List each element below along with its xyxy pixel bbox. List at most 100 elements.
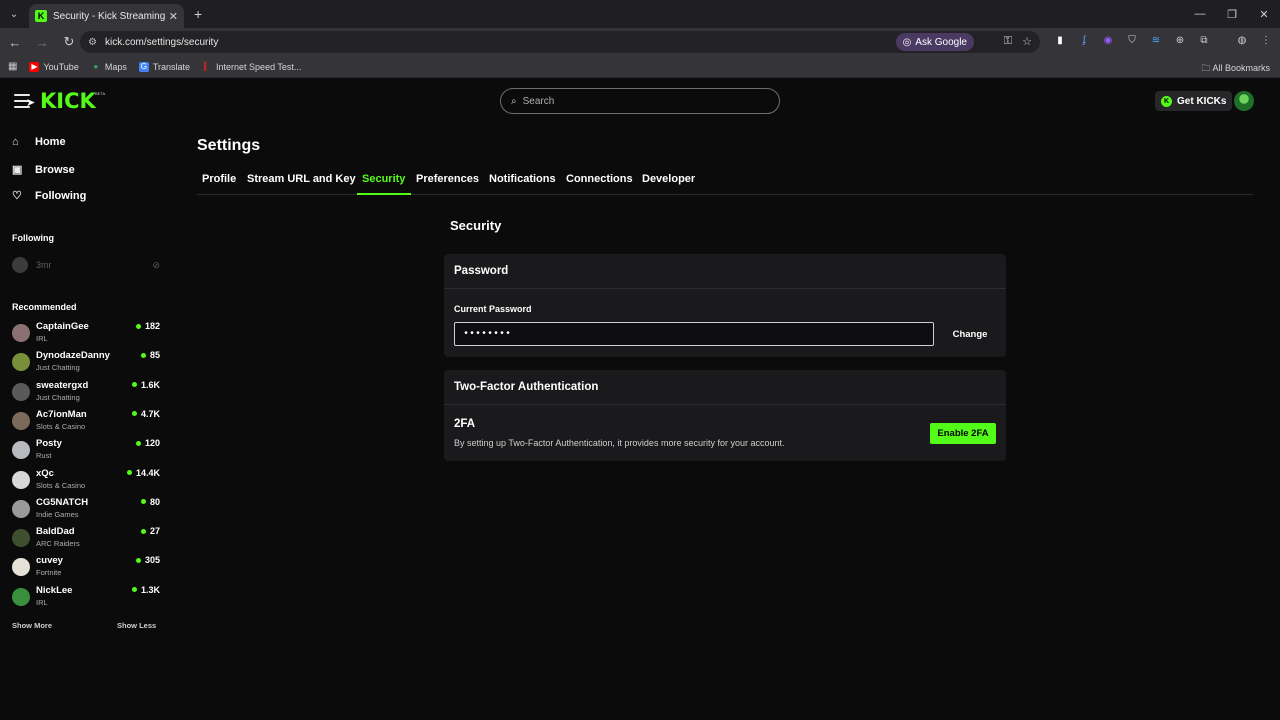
site-info-icon[interactable]: ⚙ [88,37,97,48]
two-factor-card: Two-Factor Authentication 2FA By setting… [444,370,1006,461]
channel-category: Slots & Casino [36,480,86,490]
bookmark-maps[interactable]: ● Maps [91,61,127,72]
viewer-count-value: 4.7K [140,408,160,419]
extension-wave-icon[interactable]: ≋ [1148,32,1164,48]
tab-search-icon[interactable]: ⌄ [4,4,24,24]
page-title: Settings [197,137,261,154]
recommended-channel-item[interactable]: NickLee IRL 1.3K [12,585,160,611]
back-icon[interactable]: ← [3,30,27,54]
maximize-icon[interactable]: ❐ [1216,0,1248,28]
tab-preferences[interactable]: Preferences [416,173,479,185]
new-tab-icon[interactable]: + [194,6,202,22]
recommended-channel-item[interactable]: CaptainGee IRL 182 [12,321,160,347]
viewer-count-value: 14.4K [135,467,160,478]
channel-avatar [12,441,30,460]
recommended-channel-item[interactable]: Posty Rust 120 [12,438,160,464]
bookmark-star-icon[interactable]: ☆ [1022,35,1032,48]
password-card: Password Current Password Change [444,254,1006,357]
channel-category: IRL [36,597,48,607]
tab-security[interactable]: Security [362,173,405,185]
window-close-icon[interactable]: ✕ [1248,0,1280,28]
enable-2fa-button[interactable]: Enable 2FA [930,423,996,444]
channel-name: Posty [36,438,62,450]
viewer-count: 1.3K [131,585,160,595]
recommended-channel-item[interactable]: Ac7ionMan Slots & Casino 4.7K [12,409,160,435]
tab-developer[interactable]: Developer [642,173,695,185]
heart-icon: ♡ [12,190,22,202]
ask-google-button[interactable]: ◎ Ask Google [895,33,974,51]
get-kicks-button[interactable]: K Get KICKs [1155,91,1233,111]
translate-icon: G [138,61,149,72]
channel-name: 3mr [36,260,52,270]
extension-f-icon[interactable]: ʄ [1076,32,1092,48]
sidebar-item-following[interactable]: ♡ Following [12,189,86,203]
live-dot-icon [140,499,146,505]
viewer-count-value: 120 [144,438,160,449]
current-password-label: Current Password [454,304,532,314]
extension-shield-icon[interactable]: ⛉ [1124,32,1140,48]
live-dot-icon [135,440,141,446]
viewer-count-value: 305 [144,555,160,566]
extension-plus-icon[interactable]: ⊕ [1172,32,1188,48]
recommended-channel-item[interactable]: sweatergxd Just Chatting 1.6K [12,380,160,406]
recommended-channel-item[interactable]: cuvey Fortnite 305 [12,555,160,581]
browse-icon: ▣ [12,164,23,176]
browser-menu-icon[interactable]: ⋮ [1258,32,1274,48]
address-bar[interactable]: ⚙ kick.com/settings/security ◎ Ask Googl… [80,31,1040,53]
tab-close-icon[interactable]: ✕ [169,10,178,23]
viewer-count-value: 182 [144,321,160,331]
ask-google-label: Ask Google [915,36,967,48]
bookmark-translate[interactable]: G Translate [138,61,191,72]
extensions-puzzle-icon[interactable]: ⧉ [1196,32,1212,48]
channel-category: Fortnite [36,568,62,578]
sidebar-item-browse[interactable]: ▣ Browse [12,163,75,177]
change-password-button[interactable]: Change [944,326,996,342]
apps-grid-icon[interactable]: ▦ [8,61,17,72]
bookmark-speedtest[interactable]: ▍ Internet Speed Test... [202,62,301,72]
extension-purple-icon[interactable]: ◉ [1100,32,1116,48]
channel-avatar [12,324,30,342]
bookmark-label: Maps [104,61,127,72]
tab-profile[interactable]: Profile [202,173,236,185]
sidebar-item-home[interactable]: ⌂ Home [12,136,66,148]
live-dot-icon [131,382,137,388]
show-less-button[interactable]: Show Less [117,621,156,630]
channel-category: IRL [36,334,48,343]
password-key-icon[interactable]: ⚿ [1004,35,1012,48]
following-channel-item[interactable]: 3mr ⊘ [12,257,160,273]
tab-notifications[interactable]: Notifications [489,173,556,185]
extension-docs-icon[interactable]: ▮ [1052,32,1068,48]
two-factor-description: By setting up Two-Factor Authentication,… [454,438,785,448]
user-avatar[interactable] [1234,91,1254,111]
bookmark-label: YouTube [43,61,79,72]
kick-logo[interactable]: KICK [40,89,96,113]
browser-tab-active[interactable]: K Security - Kick Streaming ✕ [29,4,184,28]
extensions-area: ▮ ʄ ◉ ⛉ ≋ ⊕ ⧉ ◍ ⋮ [1052,32,1274,48]
channel-name: sweatergxd [36,379,89,391]
tab-stream-url-and-key[interactable]: Stream URL and Key [247,173,356,185]
all-bookmarks[interactable]: 🗀 All Bookmarks [1201,61,1270,77]
search-input[interactable]: ⌕ Search [500,88,780,114]
minimize-icon[interactable]: — [1184,0,1216,28]
channel-name: CaptainGee [36,321,89,332]
get-kicks-label: Get KICKs [1177,95,1227,107]
live-dot-icon [140,528,146,534]
channel-avatar [12,411,30,430]
recommended-channel-item[interactable]: DynodazeDanny Just Chatting 85 [12,350,160,376]
forward-icon[interactable]: → [30,30,54,54]
recommended-channel-item[interactable]: xQc Slots & Casino 14.4K [12,468,160,494]
maps-pin-icon: ● [93,62,99,71]
current-password-field[interactable] [454,322,934,346]
tab-connections[interactable]: Connections [566,173,633,185]
browser-profile-icon[interactable]: ◍ [1234,32,1250,48]
live-dot-icon [135,557,141,563]
recommended-channel-item[interactable]: CG5NATCH Indie Games 80 [12,497,160,523]
reload-icon[interactable]: ↻ [57,30,81,54]
channel-avatar [12,558,30,577]
folder-icon: 🗀 [1201,63,1211,73]
recommended-channel-item[interactable]: BaldDad ARC Raiders 27 [12,526,160,552]
show-more-button[interactable]: Show More [12,621,52,630]
channel-name: NickLee [36,584,73,596]
bookmark-label: Translate [152,61,191,72]
bookmark-youtube[interactable]: ▶ YouTube [29,61,79,72]
